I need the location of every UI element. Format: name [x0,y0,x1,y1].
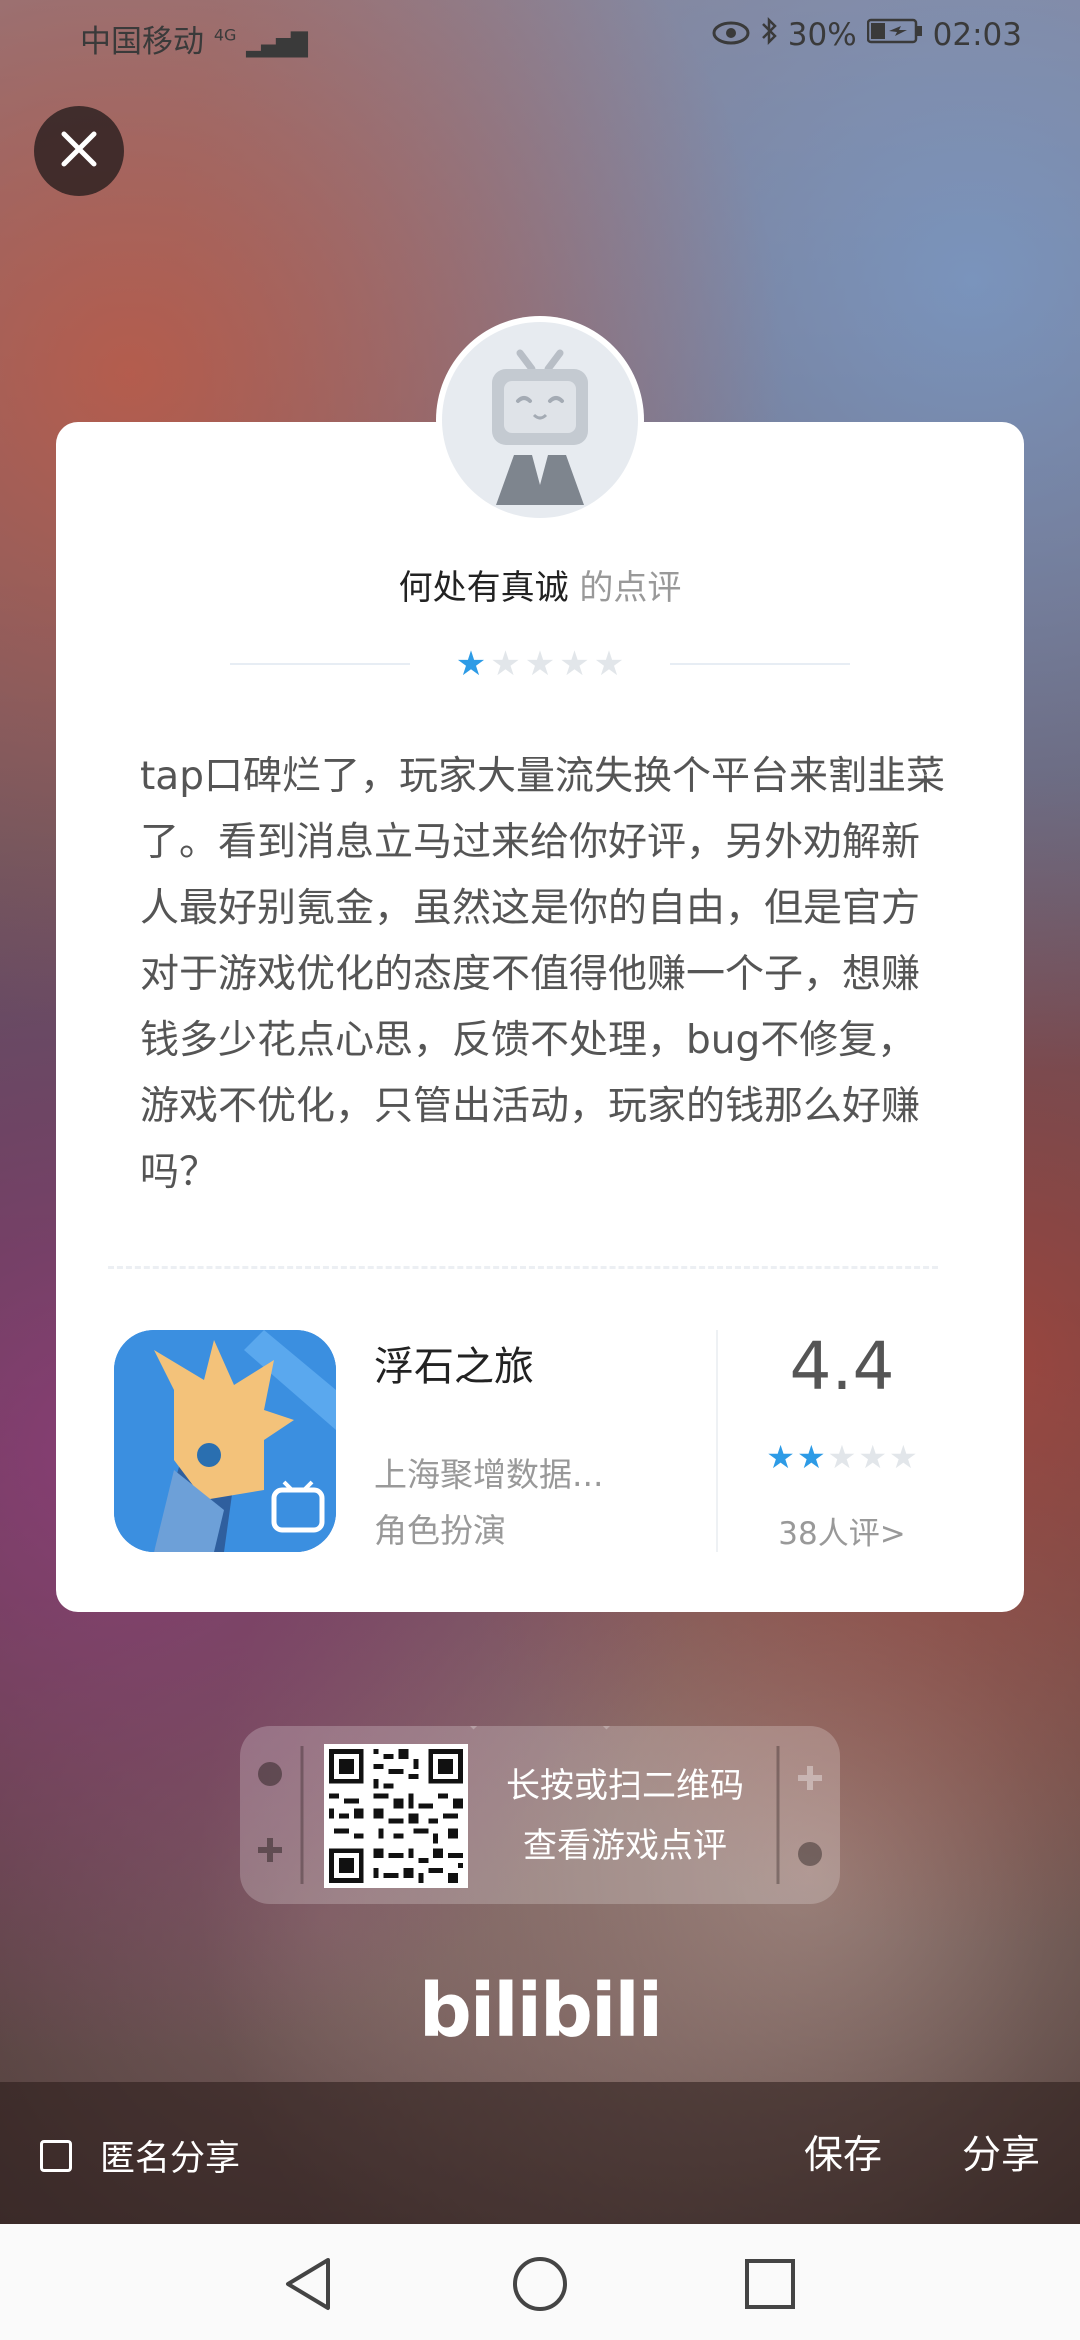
game-icon[interactable] [114,1330,336,1552]
vertical-divider [716,1330,718,1552]
bluetooth-icon [760,16,778,54]
signal-icon: ▂▄▆█ [246,33,308,58]
save-button[interactable]: 保存 [804,2124,882,2180]
anonymous-label[interactable]: 匿名分享 [100,2130,240,2181]
star-icon: ★ [889,1438,918,1476]
game-score-stars: ★ ★ ★ ★ ★ [720,1440,964,1474]
battery-percent: 30% [787,17,857,53]
qr-instructions: 长按或扫二维码 查看游戏点评 [470,1756,780,1876]
star-icon: ★ [455,644,487,684]
star-icon: ★ [858,1438,888,1476]
bilibili-logo: bilibili [418,1968,663,2054]
game-category: 角色扮演 [374,1511,506,1550]
network-type: 4G [213,25,237,45]
status-bar: 中国移动 4G ▂▄▆█ 30% 02:03 [0,0,1080,72]
star-icon: ★ [524,644,556,684]
game-score: 4.4 [789,1328,895,1405]
reviewer-suffix: 的点评 [579,568,682,608]
game-developer: 上海聚增数据... [374,1455,604,1494]
star-icon: ★ [490,644,521,684]
divider-right [669,663,850,665]
close-icon [60,130,98,172]
carrier-name: 中国移动 [80,24,204,60]
review-rating-row: ★ ★ ★ ★ ★ [230,647,850,681]
divider-left [230,663,410,665]
qr-line-2: 查看游戏点评 [523,1826,727,1866]
qr-code[interactable] [324,1744,468,1888]
battery-icon [866,17,923,53]
reviewer-name[interactable]: 何处有真诚 [399,568,569,608]
status-right: 30% 02:03 [712,16,1022,54]
carrier-label: 中国移动 4G ▂▄▆█ [80,16,308,61]
recents-icon[interactable] [742,2256,798,2316]
dashed-divider [108,1266,938,1269]
close-button[interactable] [34,106,124,196]
clock: 02:03 [932,17,1022,53]
share-button[interactable]: 分享 [962,2124,1040,2180]
game-name[interactable]: 浮石之旅 [374,1334,534,1392]
qr-line-1: 长按或扫二维码 [506,1766,744,1806]
back-icon[interactable] [280,2254,336,2318]
avatar-image [442,322,638,518]
review-count-link[interactable]: 38人评> [720,1508,964,1553]
star-icon: ★ [827,1438,857,1476]
eye-icon [712,17,750,53]
system-nav-bar [0,2224,1080,2340]
star-icon: ★ [593,644,625,684]
home-icon[interactable] [510,2254,570,2318]
review-stars: ★ ★ ★ ★ ★ [456,647,624,681]
star-icon: ★ [796,1438,826,1476]
star-icon: ★ [766,1438,795,1476]
reviewer-avatar[interactable] [436,316,644,524]
anonymous-checkbox[interactable] [40,2140,72,2172]
reviewer-line: 何处有真诚 的点评 [0,560,1080,609]
star-icon: ★ [559,644,590,684]
review-text: tap口碑烂了，玩家大量流失换个平台来割韭菜了。看到消息立马过来给你好评，另外劝… [140,754,945,1195]
